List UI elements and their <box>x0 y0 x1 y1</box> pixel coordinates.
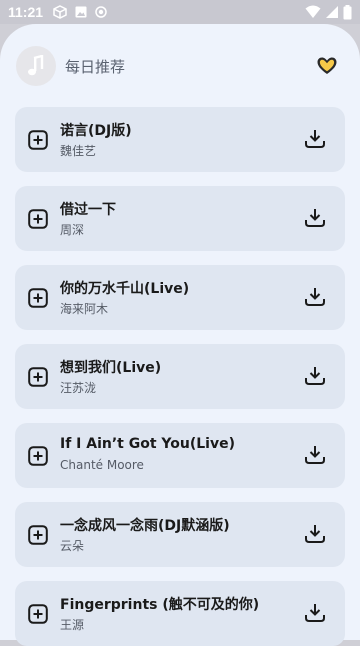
song-artist: 王源 <box>60 618 85 632</box>
plus-box-icon <box>28 446 48 466</box>
status-bar: 11:21 <box>0 0 360 24</box>
download-button[interactable] <box>303 443 327 467</box>
page-title: 每日推荐 <box>65 58 126 76</box>
status-left-icons <box>53 5 107 19</box>
download-icon <box>305 288 325 306</box>
song-card[interactable]: 一念成风一念雨(DJ默涵版) 云朵 <box>15 502 345 567</box>
add-to-playlist-button[interactable] <box>27 603 49 625</box>
add-to-playlist-button[interactable] <box>27 366 49 388</box>
add-to-playlist-button[interactable] <box>27 208 49 230</box>
add-to-playlist-button[interactable] <box>27 129 49 151</box>
download-icon <box>305 367 325 385</box>
wifi-icon <box>305 5 321 18</box>
favorite-button[interactable] <box>315 54 339 78</box>
download-icon <box>305 604 325 622</box>
download-button[interactable] <box>303 206 327 230</box>
song-title: If I Ain’t Got You(Live) <box>60 436 235 452</box>
signal-icon <box>326 6 338 18</box>
download-button[interactable] <box>303 285 327 309</box>
song-card[interactable]: 想到我们(Live) 汪苏泷 <box>15 344 345 409</box>
battery-icon <box>343 4 352 19</box>
song-card[interactable]: If I Ain’t Got You(Live) Chanté Moore <box>15 423 345 488</box>
song-artist: 汪苏泷 <box>60 381 97 395</box>
song-card[interactable]: 诺言(DJ版) 魏佳艺 <box>15 107 345 172</box>
song-title: 借过一下 <box>60 202 116 218</box>
song-artist: 海来阿木 <box>60 302 109 316</box>
plus-box-icon <box>28 604 48 624</box>
plus-box-icon <box>28 525 48 545</box>
download-button[interactable] <box>303 127 327 151</box>
music-note-icon <box>28 55 44 76</box>
song-card[interactable]: 借过一下 周深 <box>15 186 345 251</box>
plus-box-icon <box>28 130 48 150</box>
plus-box-icon <box>28 209 48 229</box>
download-icon <box>305 209 325 227</box>
download-button[interactable] <box>303 364 327 388</box>
download-button[interactable] <box>303 522 327 546</box>
status-time: 11:21 <box>8 4 44 20</box>
image-icon <box>75 6 87 18</box>
status-right-icons <box>305 4 352 20</box>
download-icon <box>305 130 325 148</box>
song-card[interactable]: 你的万水千山(Live) 海来阿木 <box>15 265 345 330</box>
header: 每日推荐 <box>0 44 360 88</box>
cube-icon <box>53 5 67 19</box>
song-title: 想到我们(Live) <box>60 360 162 376</box>
plus-box-icon <box>28 288 48 308</box>
heart-icon <box>317 57 337 74</box>
download-button[interactable] <box>303 601 327 625</box>
download-icon <box>305 525 325 543</box>
add-to-playlist-button[interactable] <box>27 445 49 467</box>
song-card[interactable]: Fingerprints (触不可及的你) 王源 <box>15 581 345 646</box>
avatar[interactable] <box>16 46 56 86</box>
plus-box-icon <box>28 367 48 387</box>
song-artist: Chanté Moore <box>60 458 144 472</box>
song-artist: 云朵 <box>60 539 85 553</box>
add-to-playlist-button[interactable] <box>27 287 49 309</box>
song-title: Fingerprints (触不可及的你) <box>60 597 260 613</box>
add-to-playlist-button[interactable] <box>27 524 49 546</box>
song-title: 一念成风一念雨(DJ默涵版) <box>60 518 230 534</box>
song-title: 你的万水千山(Live) <box>60 281 190 297</box>
download-icon <box>305 446 325 464</box>
song-title: 诺言(DJ版) <box>60 123 132 139</box>
song-artist: 魏佳艺 <box>60 144 97 158</box>
song-artist: 周深 <box>60 223 85 237</box>
record-icon <box>95 6 107 18</box>
